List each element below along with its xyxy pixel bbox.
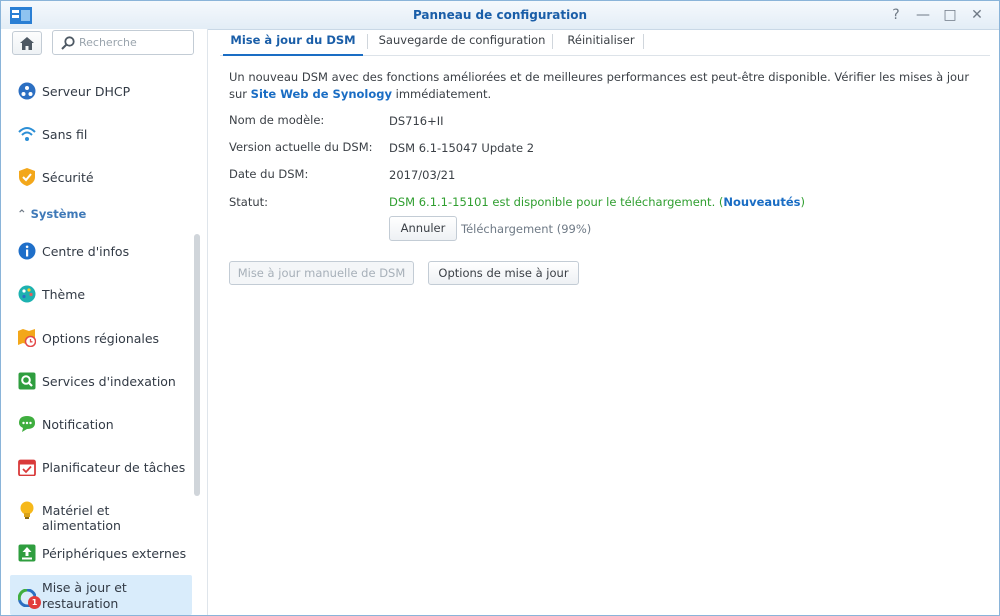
sidebar-item-dhcp[interactable]: Serveur DHCP [10,71,192,111]
notification-badge: 1 [28,596,41,609]
update-options-button[interactable]: Options de mise à jour [428,261,579,285]
manual-update-button[interactable]: Mise à jour manuelle de DSM [229,261,414,285]
sidebar-item-wifi[interactable]: Sans fil [10,114,192,154]
sidebar-item-label: Sans fil [42,127,88,142]
indexing-icon [18,372,36,390]
sidebar: Recherche Serveur DHCP Sans fil Sécurité [1,29,208,615]
section-header-label: Système [30,207,87,221]
date-label: Date du DSM: [229,167,309,181]
window-title: Panneau de configuration [412,8,588,22]
sidebar-item-update-restore[interactable]: Mise à jour et restauration [10,575,192,615]
tab-config-backup[interactable]: Sauvegarde de configuration [372,29,552,54]
title-bar: Panneau de configuration ? — □ ✕ [1,1,999,30]
description-text-end: immédiatement. [391,87,492,101]
notification-icon [19,416,35,432]
tab-divider [552,34,553,49]
update-description: Un nouveau DSM avec des fonctions amélio… [229,69,989,103]
search-placeholder: Recherche [79,36,137,49]
sidebar-item-external-devices[interactable]: Périphériques externes [10,533,192,573]
sidebar-item-info-center[interactable]: Centre d'infos [10,231,192,271]
minimize-button[interactable]: — [912,5,934,25]
sidebar-item-label: Services d'indexation [42,374,176,389]
tab-bar: Mise à jour du DSM Sauvegarde de configu… [220,29,990,56]
sidebar-item-label: Planificateur de tâches [42,460,186,475]
sidebar-item-label: Options régionales [42,331,160,346]
sidebar-item-label: Centre d'infos [42,244,130,259]
sidebar-item-indexing-services[interactable]: Services d'indexation [10,361,192,401]
maximize-button[interactable]: □ [939,5,961,25]
tab-reset[interactable]: Réinitialiser [558,29,644,54]
tab-divider [643,34,644,49]
sidebar-item-hardware-power[interactable]: Matériel et alimentation [10,490,192,533]
sidebar-item-theme[interactable]: Thème [10,274,192,314]
sidebar-item-label: Notification [42,417,114,432]
synology-website-link[interactable]: Site Web de Synology [251,87,392,101]
sidebar-scrollbar[interactable] [194,234,200,496]
sidebar-item-notification[interactable]: Notification [10,404,192,444]
control-panel-window: Panneau de configuration ? — □ ✕ Recherc… [0,0,1000,616]
palette-icon [18,285,36,303]
status-text: DSM 6.1.1-15101 est disponible pour le t… [389,195,724,209]
home-icon [20,37,34,50]
model-value: DS716+II [389,114,444,128]
shield-icon [19,168,35,186]
whats-new-link[interactable]: Nouveautés [723,195,800,209]
tab-dsm-update[interactable]: Mise à jour du DSM [223,29,363,56]
sidebar-item-label: Sécurité [42,170,94,185]
search-input[interactable]: Recherche [52,30,194,55]
chevron-up-icon: ⌃ [17,207,27,221]
version-label: Version actuelle du DSM: [229,140,373,154]
status-label: Statut: [229,195,269,209]
lightbulb-icon [20,501,34,519]
sidebar-item-label: Mise à jour et restauration [42,580,127,611]
help-button[interactable]: ? [885,5,907,25]
close-button[interactable]: ✕ [966,5,988,25]
calendar-icon [18,459,36,476]
sidebar-item-label: Périphériques externes [42,546,187,561]
sidebar-item-security[interactable]: Sécurité [10,157,192,197]
cancel-button[interactable]: Annuler [389,216,457,241]
version-value: DSM 6.1-15047 Update 2 [389,141,535,155]
sidebar-item-task-scheduler[interactable]: Planificateur de tâches [10,447,192,487]
sidebar-item-label: Matériel et alimentation [42,503,121,533]
status-close: ) [800,195,805,209]
sidebar-item-label: Serveur DHCP [42,84,131,99]
date-value: 2017/03/21 [389,168,456,182]
external-device-icon [18,544,36,562]
dhcp-icon [18,82,36,100]
sidebar-item-label: Thème [42,287,86,302]
home-button[interactable] [12,31,42,55]
info-icon [18,242,36,260]
status-value: DSM 6.1.1-15101 est disponible pour le t… [389,195,805,209]
wifi-icon [18,127,36,141]
sidebar-item-regional-options[interactable]: Options régionales [10,318,192,358]
search-icon [61,36,75,50]
regional-icon [18,329,36,347]
model-label: Nom de modèle: [229,113,325,127]
main-content: Mise à jour du DSM Sauvegarde de configu… [208,29,999,615]
download-progress: Téléchargement (99%) [461,222,592,236]
tab-divider [367,34,368,49]
section-header-system[interactable]: ⌃ Système [17,207,86,221]
